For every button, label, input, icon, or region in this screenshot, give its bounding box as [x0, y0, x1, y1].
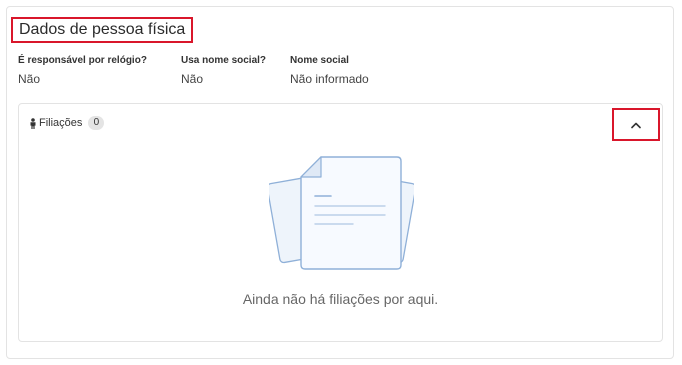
usa-nome-social-label: Usa nome social? — [181, 55, 267, 66]
responsavel-relogio-value: Não — [18, 72, 41, 86]
filiacoes-title: Filiações — [39, 117, 83, 129]
chevron-up-icon — [631, 122, 641, 128]
person-icon — [30, 117, 36, 129]
filiacoes-header[interactable]: Filiações 0 — [29, 116, 105, 130]
empty-state-message: Ainda não há filiações por aqui. — [242, 291, 439, 307]
filiacoes-count-badge: 0 — [88, 116, 105, 130]
collapse-filiacoes-button[interactable] — [612, 108, 660, 141]
filiacoes-panel: Filiações 0 Ainda não há filiações por a… — [18, 103, 663, 342]
usa-nome-social-value: Não — [181, 72, 204, 86]
nome-social-value: Não informado — [290, 72, 369, 86]
section-title: Dados de pessoa física — [11, 17, 194, 43]
responsavel-relogio-label: É responsável por relógio? — [18, 55, 147, 66]
nome-social-label: Nome social — [290, 55, 349, 66]
empty-documents-illustration — [269, 156, 414, 270]
